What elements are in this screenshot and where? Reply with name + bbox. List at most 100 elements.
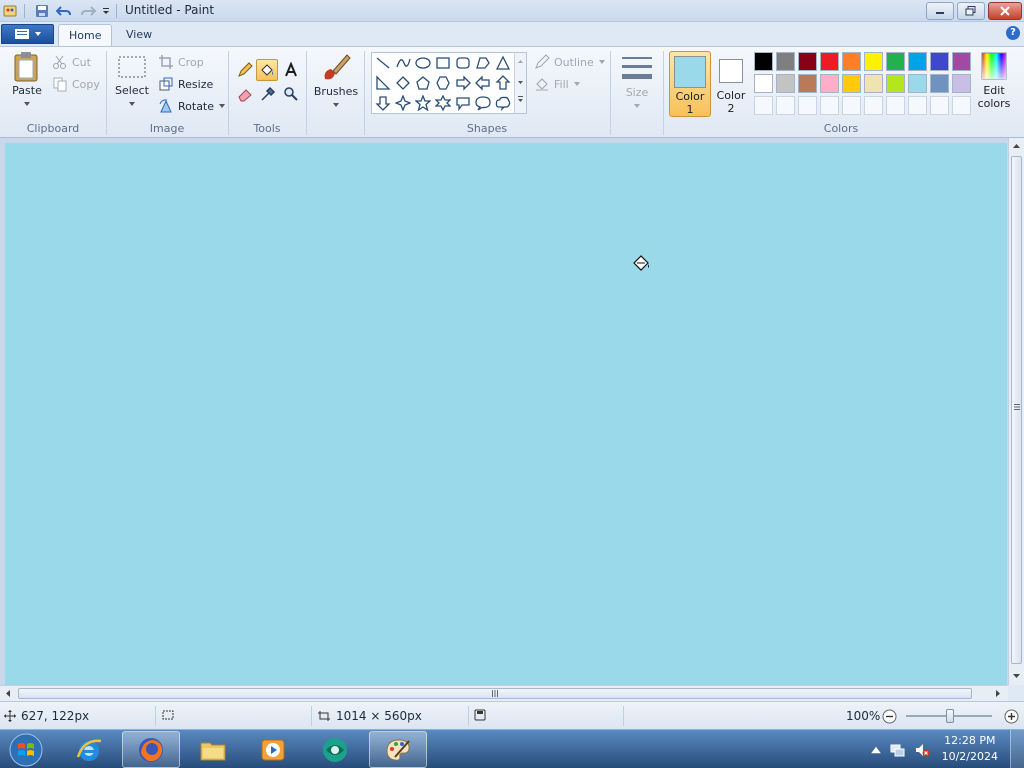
crop-button[interactable]: Crop	[158, 54, 204, 70]
paint-menu-button[interactable]	[1, 24, 54, 44]
show-hidden-icons-icon[interactable]	[868, 742, 884, 758]
custom-color-slot[interactable]	[754, 96, 773, 115]
right-triangle-shape[interactable]	[374, 74, 392, 92]
custom-color-slot[interactable]	[908, 96, 927, 115]
palette-swatch[interactable]	[908, 74, 927, 93]
palette-swatch[interactable]	[886, 52, 905, 71]
zoom-slider-thumb[interactable]	[946, 709, 954, 723]
text-tool[interactable]	[280, 59, 302, 81]
palette-swatch[interactable]	[886, 74, 905, 93]
palette-swatch[interactable]	[754, 74, 773, 93]
rectangle-shape[interactable]	[434, 54, 452, 72]
cloud-callout-shape[interactable]	[494, 94, 512, 112]
save-icon[interactable]	[34, 3, 50, 19]
taskbar-media-player[interactable]	[244, 731, 302, 768]
palette-swatch[interactable]	[842, 52, 861, 71]
restore-button[interactable]	[957, 2, 985, 20]
rounded-rectangle-shape[interactable]	[454, 54, 472, 72]
curve-shape[interactable]	[394, 54, 412, 72]
hexagon-shape[interactable]	[434, 74, 452, 92]
right-arrow-shape[interactable]	[454, 74, 472, 92]
magnifier-tool[interactable]	[280, 83, 302, 105]
scroll-up-icon[interactable]	[1012, 142, 1021, 150]
custom-color-slot[interactable]	[820, 96, 839, 115]
undo-icon[interactable]	[56, 3, 72, 19]
customize-quick-access-icon[interactable]	[98, 3, 114, 19]
scroll-down-icon[interactable]	[1012, 672, 1021, 680]
size-button[interactable]: Size	[616, 53, 658, 112]
start-button[interactable]	[4, 731, 48, 768]
horizontal-scroll-thumb[interactable]	[18, 688, 972, 699]
rotate-button[interactable]: Rotate	[158, 98, 226, 114]
color-picker-tool[interactable]	[257, 83, 279, 105]
palette-swatch[interactable]	[820, 52, 839, 71]
drawing-canvas[interactable]	[5, 143, 1007, 685]
select-button[interactable]: Select	[112, 51, 152, 110]
taskbar-app-globe[interactable]	[306, 731, 364, 768]
outline-button[interactable]: Outline	[534, 54, 606, 70]
copy-button[interactable]: Copy	[52, 76, 100, 92]
zoom-in-icon[interactable]	[1004, 709, 1019, 724]
tab-view[interactable]: View	[116, 24, 162, 46]
minimize-button[interactable]	[926, 2, 954, 20]
taskbar-internet-explorer[interactable]	[60, 731, 118, 768]
palette-swatch[interactable]	[798, 52, 817, 71]
palette-swatch[interactable]	[930, 52, 949, 71]
custom-color-slot[interactable]	[798, 96, 817, 115]
close-button[interactable]	[988, 2, 1022, 20]
diamond-shape[interactable]	[394, 74, 412, 92]
scroll-left-icon[interactable]	[4, 689, 12, 698]
palette-swatch[interactable]	[952, 52, 971, 71]
fill-button[interactable]: Fill	[534, 76, 581, 92]
tab-home[interactable]: Home	[58, 24, 112, 46]
taskbar-file-explorer[interactable]	[184, 731, 242, 768]
palette-swatch[interactable]	[842, 74, 861, 93]
color1-button[interactable]: Color 1	[669, 51, 711, 117]
help-icon[interactable]: ?	[1006, 26, 1020, 40]
paint-app-icon[interactable]	[2, 3, 18, 19]
custom-color-slot[interactable]	[952, 96, 971, 115]
palette-swatch[interactable]	[776, 52, 795, 71]
cut-button[interactable]: Cut	[52, 54, 91, 70]
palette-swatch[interactable]	[820, 74, 839, 93]
show-desktop-button[interactable]	[1010, 730, 1024, 768]
pentagon-shape[interactable]	[414, 74, 432, 92]
vertical-scroll-thumb[interactable]	[1011, 156, 1022, 664]
line-shape[interactable]	[374, 54, 392, 72]
four-point-star-shape[interactable]	[394, 94, 412, 112]
volume-muted-icon[interactable]	[914, 742, 930, 758]
clock[interactable]: 12:28 PM 10/2/2024	[942, 733, 998, 765]
horizontal-scrollbar[interactable]	[0, 685, 1008, 701]
oval-callout-shape[interactable]	[474, 94, 492, 112]
pencil-tool[interactable]	[234, 59, 256, 81]
oval-shape[interactable]	[414, 54, 432, 72]
vertical-scrollbar[interactable]	[1008, 138, 1024, 685]
taskbar-paint[interactable]	[369, 731, 427, 768]
polygon-shape[interactable]	[474, 54, 492, 72]
palette-swatch[interactable]	[798, 74, 817, 93]
palette-swatch[interactable]	[930, 74, 949, 93]
palette-swatch[interactable]	[776, 74, 795, 93]
fill-tool[interactable]	[256, 59, 278, 81]
redo-icon[interactable]	[80, 3, 96, 19]
paste-button[interactable]: Paste	[6, 51, 48, 110]
network-icon[interactable]	[890, 742, 906, 758]
palette-swatch[interactable]	[864, 74, 883, 93]
six-point-star-shape[interactable]	[434, 94, 452, 112]
custom-color-slot[interactable]	[864, 96, 883, 115]
rounded-callout-shape[interactable]	[454, 94, 472, 112]
up-arrow-shape[interactable]	[494, 74, 512, 92]
five-point-star-shape[interactable]	[414, 94, 432, 112]
color2-button[interactable]: Color 2	[713, 51, 749, 117]
left-arrow-shape[interactable]	[474, 74, 492, 92]
custom-color-slot[interactable]	[842, 96, 861, 115]
eraser-tool[interactable]	[234, 83, 256, 105]
taskbar-firefox[interactable]	[122, 731, 180, 768]
zoom-out-icon[interactable]	[882, 709, 897, 724]
custom-color-slot[interactable]	[886, 96, 905, 115]
scroll-right-icon[interactable]	[994, 689, 1002, 698]
palette-swatch[interactable]	[754, 52, 773, 71]
custom-color-slot[interactable]	[930, 96, 949, 115]
palette-swatch[interactable]	[952, 74, 971, 93]
down-arrow-shape[interactable]	[374, 94, 392, 112]
